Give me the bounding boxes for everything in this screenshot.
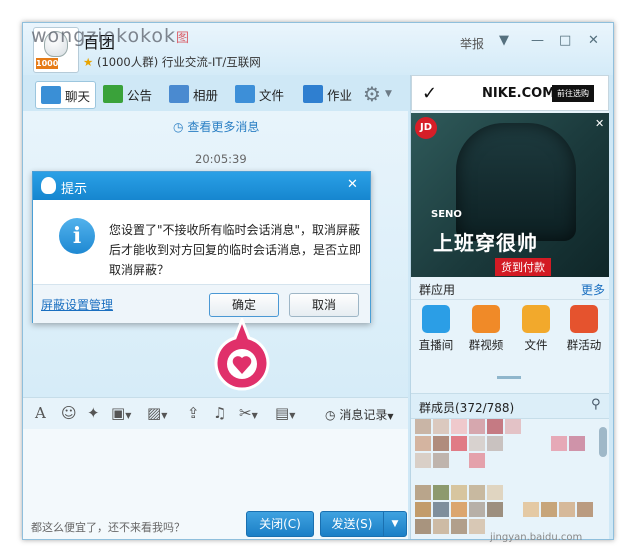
tab-album[interactable]: 相册 <box>169 81 218 107</box>
magic-wand-icon[interactable]: ✦ <box>87 404 100 422</box>
music-icon[interactable]: ♫ <box>213 404 226 422</box>
message-history-button[interactable]: ◷ 消息记录▼ <box>325 406 393 423</box>
annotation-pin-marker <box>214 318 270 391</box>
qq-group-chat-window: 1000 百团 ★ (1000人群) 行业交流-IT/互联网 wongzioko… <box>22 22 614 540</box>
more-tools-icon[interactable]: ▤▼ <box>275 404 295 422</box>
qq-penguin-icon <box>41 177 56 194</box>
group-video-icon <box>472 305 500 333</box>
apps-pager-dots[interactable] <box>497 376 521 379</box>
clock-icon: ◷ <box>173 120 184 134</box>
font-icon[interactable]: A <box>35 404 46 422</box>
upload-icon[interactable]: ⇪ <box>187 404 200 422</box>
send-options-dropdown[interactable]: ▼ <box>383 511 407 537</box>
right-side-panel: ✓ NIKE.COM 前往选购 JD ✕ SENO 上班穿很帅 货到付款 群应用… <box>410 75 609 539</box>
member-list-pixelated[interactable] <box>415 419 601 539</box>
members-header: 群成员(372/788) ⚲ <box>411 393 609 419</box>
settings-gear-icon[interactable]: ⚙ ▼ <box>363 81 392 107</box>
nike-ad-banner[interactable]: ✓ NIKE.COM 前往选购 <box>411 75 609 111</box>
report-button[interactable]: 举报 <box>460 35 484 52</box>
megaphone-icon <box>103 85 123 103</box>
homework-icon <box>303 85 323 103</box>
members-title: 群成员(372/788) <box>419 401 515 415</box>
tab-bar: 聊天 公告 相册 文件 作业 ⚙ ▼ <box>23 75 408 111</box>
message-input-area[interactable]: 都这么便宜了，还不来看我吗？ 关闭(C) 发送(S) ▼ <box>23 429 408 539</box>
group-activity-icon <box>570 305 598 333</box>
group-apps-title: 群应用 <box>419 283 456 297</box>
app-files[interactable]: 文件 <box>513 305 559 353</box>
dropdown-arrow-icon[interactable]: ▼ <box>499 33 509 48</box>
group-apps-more-link[interactable]: 更多 <box>581 281 605 298</box>
folder-icon <box>235 85 255 103</box>
dialog-close-button[interactable]: ✕ <box>347 177 358 192</box>
group-subtitle: ★ (1000人群) 行业交流-IT/互联网 <box>83 55 261 69</box>
image-watermark: wongziokokok图 <box>31 25 191 47</box>
minimize-button[interactable]: — <box>531 33 544 48</box>
shirt-image <box>456 123 576 241</box>
history-clock-icon: ◷ <box>325 408 336 422</box>
confirm-button[interactable]: 确定 <box>209 293 279 317</box>
nike-cta[interactable]: 前往选购 <box>552 85 594 102</box>
member-list-scrollbar[interactable] <box>599 427 607 457</box>
dialog-message: 您设置了"不接收所有临时会话消息"，取消屏蔽后才能收到对方回复的临时会话消息，是… <box>109 223 362 277</box>
block-settings-link[interactable]: 屏蔽设置管理 <box>41 296 113 313</box>
input-placeholder: 都这么便宜了，还不来看我吗？ <box>31 521 185 534</box>
seno-brand: SENO <box>431 209 462 220</box>
send-button[interactable]: 发送(S) <box>320 511 384 537</box>
screenshot-scissors-icon[interactable]: ✂▼ <box>239 404 258 422</box>
chat-icon <box>41 86 61 104</box>
jd-ad-banner[interactable]: JD ✕ SENO 上班穿很帅 货到付款 <box>411 113 609 277</box>
ad-close-icon[interactable]: ✕ <box>595 117 604 130</box>
live-room-icon <box>422 305 450 333</box>
star-icon: ★ <box>83 55 94 69</box>
page-watermark: jingyan.baidu.com <box>490 532 583 543</box>
info-icon: i <box>59 218 95 254</box>
app-live-room[interactable]: 直播间 <box>413 305 459 353</box>
app-group-video[interactable]: 群视频 <box>463 305 509 353</box>
app-group-activity[interactable]: 群活动 <box>561 305 607 353</box>
dialog-footer: 屏蔽设置管理 确定 取消 <box>33 284 370 323</box>
dialog-header[interactable]: 提示 ✕ <box>33 172 370 200</box>
tab-chat[interactable]: 聊天 <box>35 81 97 109</box>
close-button[interactable]: ✕ <box>588 33 599 48</box>
photo-icon <box>169 85 189 103</box>
nike-brand-text: NIKE.COM <box>482 86 556 101</box>
ad-cta: 货到付款 <box>495 258 551 276</box>
gift-icon[interactable]: ▣▼ <box>111 404 131 422</box>
message-timestamp: 20:05:39 <box>195 152 247 166</box>
group-apps-header: 群应用 更多 <box>411 277 609 300</box>
file-icon <box>522 305 550 333</box>
title-bar[interactable]: 1000 百团 ★ (1000人群) 行业交流-IT/互联网 wongzioko… <box>23 23 613 75</box>
nike-swoosh-icon: ✓ <box>422 83 438 104</box>
ad-slogan: 上班穿很帅 <box>433 231 538 255</box>
member-search-icon[interactable]: ⚲ <box>591 397 601 412</box>
jd-logo-icon: JD <box>415 117 437 139</box>
cancel-button[interactable]: 取消 <box>289 293 359 317</box>
prompt-dialog: 提示 ✕ i 您设置了"不接收所有临时会话消息"，取消屏蔽后才能收到对方回复的临… <box>32 171 371 323</box>
close-chat-button[interactable]: 关闭(C) <box>246 511 314 537</box>
avatar-badge: 1000 <box>36 58 59 69</box>
tab-announcement[interactable]: 公告 <box>103 81 152 107</box>
tab-files[interactable]: 文件 <box>235 81 284 107</box>
dialog-title: 提示 <box>61 182 88 197</box>
image-icon[interactable]: ▨▼ <box>147 404 167 422</box>
view-more-messages-link[interactable]: ◷ 查看更多消息 <box>173 118 259 135</box>
emoji-icon[interactable]: ☺ <box>61 404 77 422</box>
input-toolbar: A ☺ ✦ ▣▼ ▨▼ ⇪ ♫ ✂▼ ▤▼ ◷ 消息记录▼ <box>23 397 408 430</box>
tab-homework[interactable]: 作业 <box>303 81 352 107</box>
maximize-button[interactable]: □ <box>559 33 571 48</box>
